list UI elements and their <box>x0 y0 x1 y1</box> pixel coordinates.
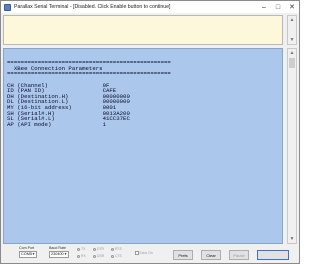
echo-on-label: Echo On <box>139 251 153 255</box>
com-port-select[interactable]: COM5 ▼ <box>19 251 37 258</box>
title-bar: Parallax Serial Terminal - [Disabled. Cl… <box>1 1 299 13</box>
echo-on-checkbox[interactable]: Echo On <box>135 251 153 255</box>
cts-label: CTS <box>115 254 122 258</box>
led-icon <box>111 254 114 258</box>
rts-indicator[interactable]: RTS <box>111 247 122 251</box>
led-icon <box>111 247 114 251</box>
com-port-label: Com Port <box>19 246 35 250</box>
dtr-indicator[interactable]: DTR <box>93 247 104 251</box>
receive-scrollbar[interactable]: ▲ ▼ <box>287 48 297 244</box>
checkbox-icon <box>135 251 139 255</box>
led-icon <box>93 254 96 258</box>
rx-indicator: RX <box>77 254 86 258</box>
scroll-up-icon[interactable]: ▲ <box>288 16 296 24</box>
enable-button[interactable] <box>257 250 289 260</box>
pause-button[interactable]: Pause <box>229 250 249 260</box>
maximize-button[interactable]: □ <box>271 1 285 13</box>
scroll-up-icon[interactable]: ▲ <box>288 49 296 57</box>
chevron-down-icon: ▼ <box>63 252 68 256</box>
close-button[interactable]: ✕ <box>285 1 299 13</box>
led-icon <box>93 247 96 251</box>
dsr-label: DSR <box>97 254 105 258</box>
window-title: Parallax Serial Terminal - [Disabled. Cl… <box>14 4 171 10</box>
tx-indicator: TX <box>77 247 85 251</box>
cts-indicator: CTS <box>111 254 122 258</box>
rts-label: RTS <box>115 247 122 251</box>
transmit-pane[interactable] <box>3 15 283 45</box>
scroll-down-icon[interactable]: ▼ <box>288 36 296 44</box>
terminal-output: ========================================… <box>4 49 282 127</box>
minimize-button[interactable]: – <box>257 1 271 13</box>
prefs-button[interactable]: Prefs <box>173 250 193 260</box>
led-icon <box>77 247 80 251</box>
terminal-window: Parallax Serial Terminal - [Disabled. Cl… <box>0 0 300 264</box>
app-icon <box>4 3 11 11</box>
terminal-line: AP (API mode) 1 <box>7 120 106 128</box>
dtr-label: DTR <box>97 247 104 251</box>
rx-label: RX <box>81 254 86 258</box>
clear-button[interactable]: Clear <box>201 250 221 260</box>
scrollbar-thumb[interactable] <box>289 58 295 68</box>
receive-pane[interactable]: ========================================… <box>3 48 283 244</box>
baud-rate-label: Baud Rate <box>49 246 66 250</box>
scroll-down-icon[interactable]: ▼ <box>288 235 296 243</box>
baud-rate-value: 230400 <box>51 252 64 256</box>
window-controls: – □ ✕ <box>257 1 299 13</box>
chevron-down-icon: ▼ <box>31 252 36 256</box>
baud-rate-select[interactable]: 230400 ▼ <box>49 251 69 258</box>
status-bar: Com Port COM5 ▼ Baud Rate 230400 ▼ TX RX… <box>1 245 299 263</box>
tx-label: TX <box>81 247 86 251</box>
led-icon <box>77 254 80 258</box>
transmit-scrollbar[interactable]: ▲ ▼ <box>287 15 297 45</box>
dsr-indicator: DSR <box>93 254 104 258</box>
